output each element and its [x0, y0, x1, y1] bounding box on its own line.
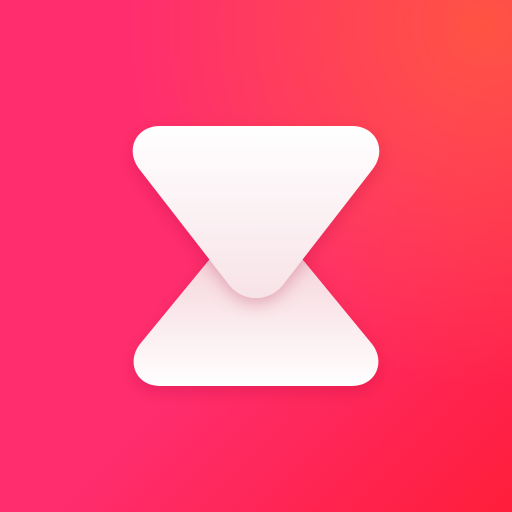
app-icon-svg	[0, 0, 512, 512]
app-icon	[0, 0, 512, 512]
